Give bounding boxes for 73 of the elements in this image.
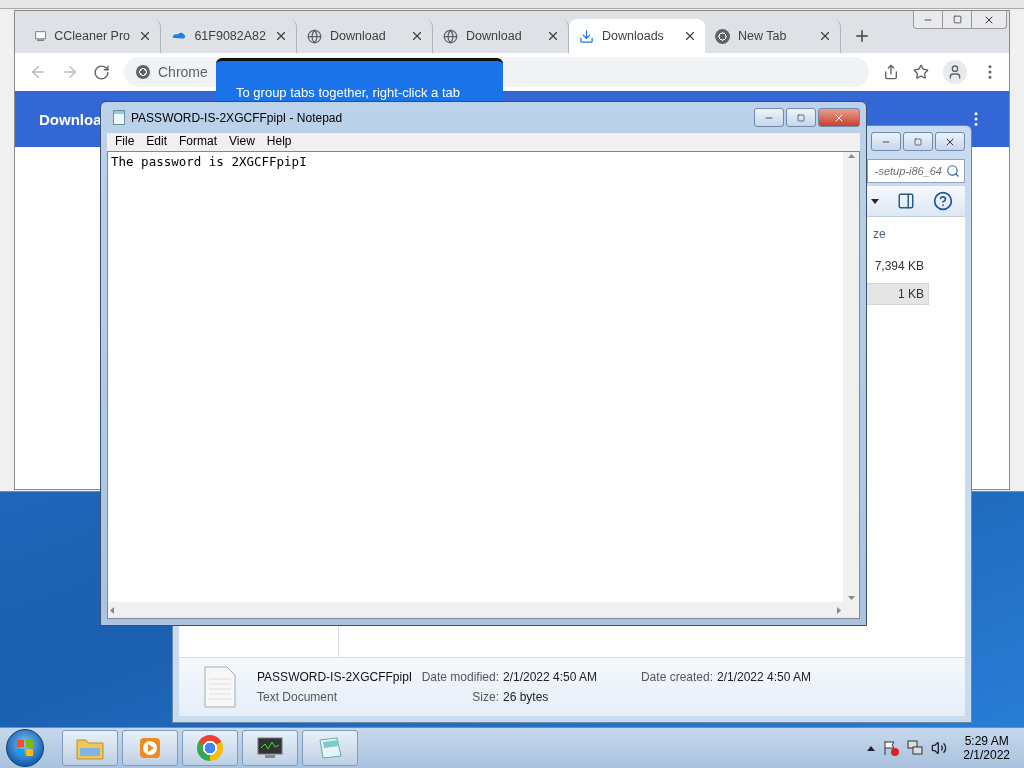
monitor-icon <box>256 736 284 760</box>
star-icon[interactable] <box>913 64 929 80</box>
menu-item[interactable]: Format <box>173 133 224 151</box>
maximize-icon <box>797 113 805 122</box>
menu-item[interactable]: View <box>223 133 261 151</box>
menu-item[interactable]: Help <box>260 133 298 151</box>
vertical-scrollbar[interactable] <box>843 152 859 602</box>
field-label: Date modified: <box>420 670 499 684</box>
minimize-button[interactable] <box>754 108 784 127</box>
close-icon[interactable] <box>274 29 288 43</box>
new-tab-icon[interactable] <box>853 27 871 45</box>
horizontal-scrollbar[interactable] <box>108 602 843 618</box>
file-type: Text Document <box>257 690 339 704</box>
chrome-icon <box>136 65 150 79</box>
reload-icon[interactable] <box>93 63 110 81</box>
dropdown-icon[interactable] <box>871 198 879 204</box>
network-icon[interactable] <box>907 740 924 756</box>
help-icon[interactable] <box>933 191 953 211</box>
clock[interactable]: 5:29 AM 2/1/2022 <box>963 734 1010 762</box>
field-label: Date created: <box>639 670 713 684</box>
maximize-icon <box>952 15 962 24</box>
application-icon <box>35 28 47 44</box>
start-button[interactable] <box>6 729 44 767</box>
chrome-icon <box>715 28 730 44</box>
search-field[interactable]: -setup-i86_64 <box>867 159 965 183</box>
maximize-button[interactable] <box>903 132 933 151</box>
menu-item[interactable]: File <box>109 133 141 151</box>
windows-logo-icon <box>16 739 34 757</box>
flag-icon[interactable] <box>883 740 900 756</box>
download-icon <box>579 28 594 44</box>
minimize-button[interactable] <box>871 132 901 151</box>
browser-tab[interactable]: Downloads <box>569 19 705 53</box>
up-arrow-icon[interactable] <box>847 154 855 158</box>
search-icon <box>946 164 960 178</box>
maximize-icon <box>914 137 922 146</box>
close-icon[interactable] <box>683 29 697 43</box>
browser-tab[interactable]: 61F9082A82 <box>161 19 297 53</box>
browser-tab[interactable]: New Tab <box>705 19 841 53</box>
taskbar-button[interactable] <box>242 730 298 766</box>
preview-pane-icon[interactable] <box>897 192 915 210</box>
browser-tab[interactable]: CCleaner Pro <box>25 19 161 53</box>
document-icon <box>203 665 237 709</box>
notepad-icon <box>317 736 343 760</box>
column-header[interactable]: ze <box>873 227 929 249</box>
field-value: 26 bytes <box>503 690 550 704</box>
maximize-button[interactable] <box>786 108 816 127</box>
left-arrow-icon[interactable] <box>110 606 114 614</box>
close-icon[interactable] <box>410 29 424 43</box>
share-icon[interactable] <box>883 64 899 80</box>
field-value: 2/1/2022 4:50 AM <box>717 670 813 684</box>
cloud-icon <box>171 30 187 42</box>
notepad-icon <box>113 110 125 125</box>
globe-icon <box>307 28 322 44</box>
right-arrow-icon[interactable] <box>837 606 841 614</box>
profile-icon[interactable] <box>943 60 967 84</box>
down-arrow-icon[interactable] <box>847 596 855 600</box>
folder-icon <box>76 736 104 760</box>
globe-icon <box>443 28 458 44</box>
play-icon <box>138 736 162 760</box>
field-value: 2/1/2022 4:50 AM <box>503 670 599 684</box>
tray-arrow-icon[interactable] <box>867 745 876 751</box>
volume-icon[interactable] <box>931 740 948 756</box>
close-icon[interactable] <box>818 29 832 43</box>
close-icon[interactable] <box>546 29 560 43</box>
size-cell-text: 7,394 KB <box>873 258 925 275</box>
file-name: PASSWORD-IS-2XGCFFpipI <box>257 670 414 684</box>
close-button[interactable] <box>935 132 965 151</box>
browser-tab[interactable]: Download <box>297 19 433 53</box>
field-label: Size: <box>471 690 499 704</box>
menu-item[interactable]: Edit <box>140 133 174 151</box>
page-title: Downloa <box>39 110 102 128</box>
chrome-icon <box>197 735 223 761</box>
close-icon[interactable] <box>138 29 152 43</box>
